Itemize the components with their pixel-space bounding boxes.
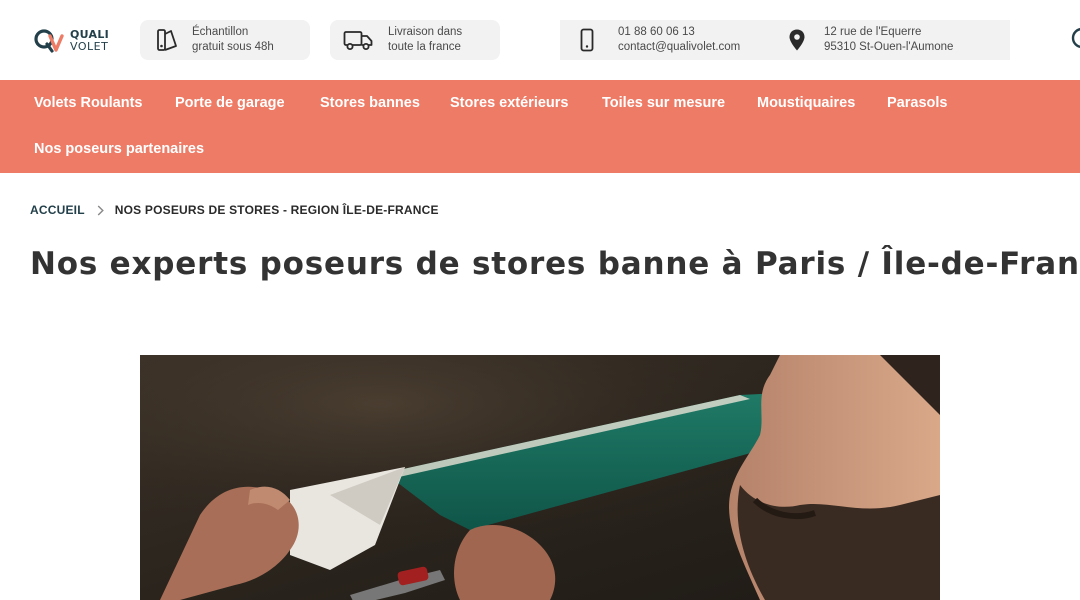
contact-phone-email[interactable]: 01 88 60 06 13 contact@qualivolet.com bbox=[570, 25, 740, 55]
truck-icon bbox=[343, 25, 373, 55]
delivery-line-1: Livraison dans bbox=[388, 26, 463, 38]
phone-icon bbox=[572, 25, 602, 55]
location-pin-icon bbox=[782, 25, 812, 55]
main-nav: Volets Roulants Porte de garage Stores b… bbox=[0, 80, 1080, 173]
free-sample-line-2: gratuit sous 48h bbox=[192, 41, 274, 53]
breadcrumb-current: NOS POSEURS DE STORES - REGION ÎLE-DE-FR… bbox=[114, 203, 439, 217]
logo-wordmark: QUALI VOLET bbox=[70, 29, 109, 53]
nav-item-stores-exterieurs[interactable]: Stores extérieurs bbox=[450, 95, 568, 111]
contact-address: 12 rue de l'Equerre 95310 St-Ouen-l'Aumo… bbox=[782, 25, 953, 55]
address-line-2: 95310 St-Ouen-l'Aumone bbox=[824, 41, 954, 53]
page-title: Nos experts poseurs de stores banne à Pa… bbox=[30, 246, 1080, 282]
breadcrumb-home[interactable]: ACCUEIL bbox=[30, 203, 85, 217]
brand-logo[interactable]: QUALI VOLET bbox=[34, 26, 124, 56]
nav-item-volets-roulants[interactable]: Volets Roulants bbox=[34, 95, 143, 111]
delivery-text: Livraison dans toute la france bbox=[388, 25, 462, 55]
contact-box: 01 88 60 06 13 contact@qualivolet.com 12… bbox=[560, 20, 1010, 60]
logo-mark-icon bbox=[34, 29, 64, 53]
free-sample-line-1: Échantillon bbox=[192, 26, 249, 38]
phone-number[interactable]: 01 88 60 06 13 bbox=[618, 25, 740, 40]
nav-item-stores-bannes[interactable]: Stores bannes bbox=[320, 95, 420, 111]
nav-item-toiles-sur-mesure[interactable]: Toiles sur mesure bbox=[602, 95, 725, 111]
breadcrumb: ACCUEIL NOS POSEURS DE STORES - REGION Î… bbox=[30, 203, 439, 217]
chevron-right-icon bbox=[97, 204, 105, 216]
address-text: 12 rue de l'Equerre 95310 St-Ouen-l'Aumo… bbox=[824, 25, 953, 55]
nav-item-poseurs-partenaires[interactable]: Nos poseurs partenaires bbox=[34, 141, 204, 157]
swatch-icon bbox=[152, 25, 182, 55]
search-icon[interactable] bbox=[1070, 26, 1080, 52]
delivery-badge[interactable]: Livraison dans toute la france bbox=[330, 20, 500, 60]
free-sample-badge[interactable]: Échantillon gratuit sous 48h bbox=[140, 20, 310, 60]
address-line-1: 12 rue de l'Equerre bbox=[824, 26, 922, 38]
logo-line-2: VOLET bbox=[70, 40, 109, 53]
hero-image bbox=[140, 355, 940, 600]
contact-text: 01 88 60 06 13 contact@qualivolet.com bbox=[618, 25, 740, 55]
free-sample-text: Échantillon gratuit sous 48h bbox=[192, 25, 274, 55]
nav-item-porte-de-garage[interactable]: Porte de garage bbox=[175, 95, 285, 111]
top-bar: QUALI VOLET Échantillon gratuit sous 48h bbox=[0, 0, 1080, 80]
email-address[interactable]: contact@qualivolet.com bbox=[618, 40, 740, 55]
nav-item-parasols[interactable]: Parasols bbox=[887, 95, 947, 111]
delivery-line-2: toute la france bbox=[388, 41, 461, 53]
nav-item-moustiquaires[interactable]: Moustiquaires bbox=[757, 95, 855, 111]
